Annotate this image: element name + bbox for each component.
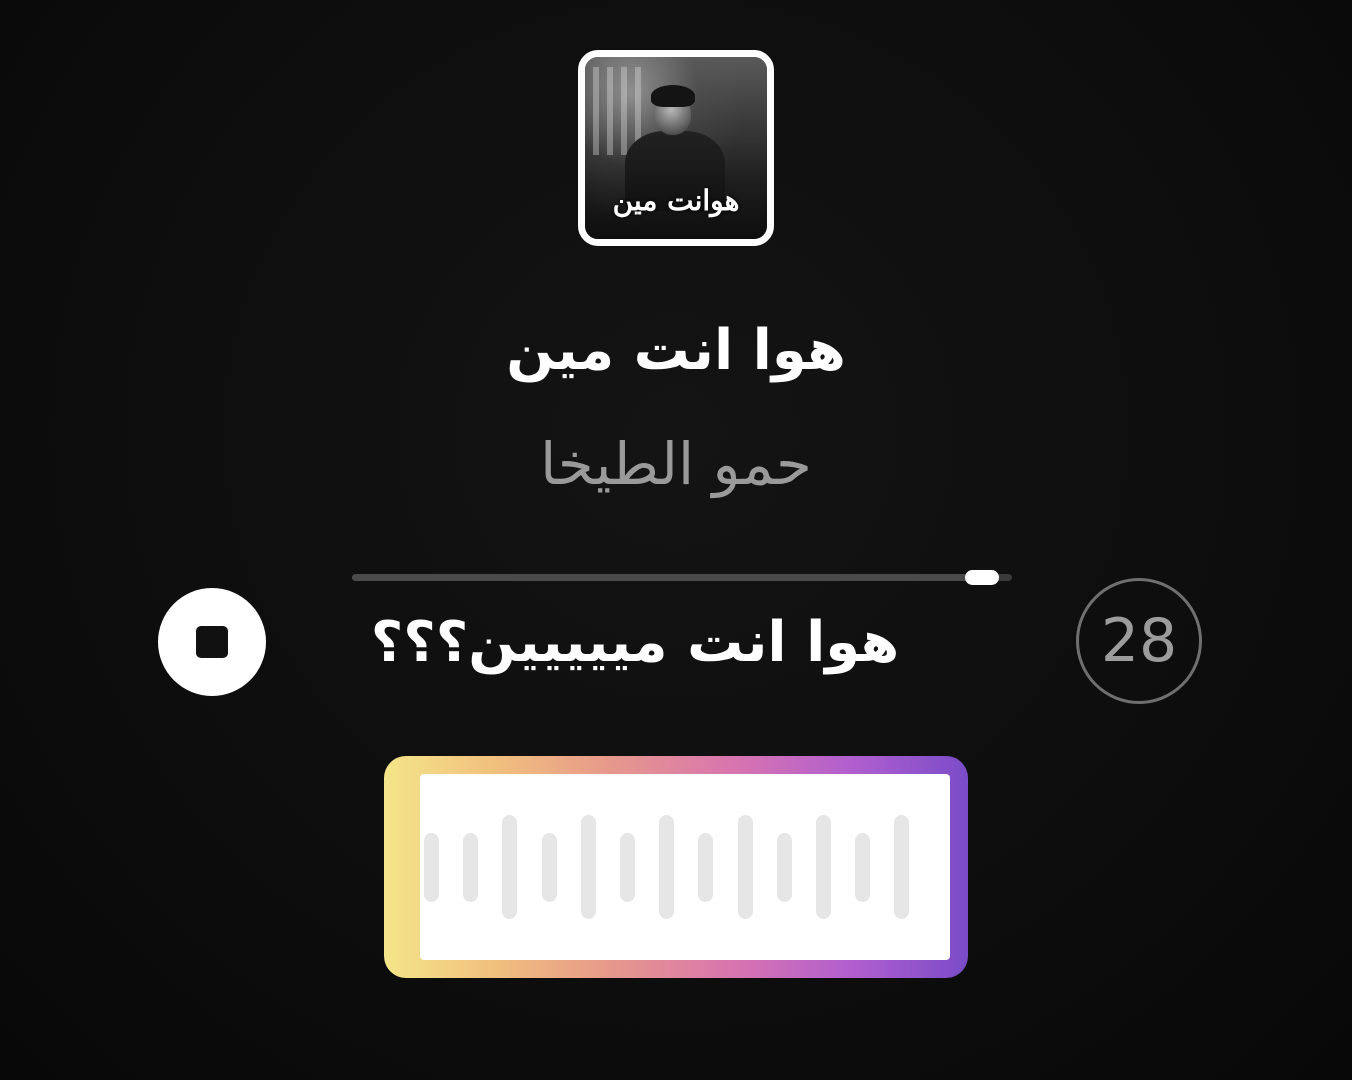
- waveform-bar: [580, 815, 596, 919]
- voice-sticker[interactable]: [384, 756, 968, 978]
- progress-handle[interactable]: [964, 570, 999, 585]
- progress-bar[interactable]: [352, 570, 1012, 585]
- stop-button[interactable]: [158, 588, 266, 696]
- waveform-bar: [659, 815, 675, 919]
- progress-fill: [352, 574, 999, 581]
- album-cover-title: هوانت مين: [612, 184, 740, 217]
- waveform-bar: [541, 833, 557, 902]
- album-cover[interactable]: هوانت مين: [578, 50, 774, 246]
- waveform-bar: [816, 815, 831, 919]
- song-artist: حمو الطيخا: [540, 430, 812, 498]
- waveform-bar: [463, 833, 479, 902]
- waveform-bar: [855, 833, 871, 902]
- song-title: هوا انت مين: [506, 318, 846, 383]
- waveform-icon: [420, 774, 950, 960]
- countdown-timer: 28: [1076, 578, 1202, 704]
- waveform-bar: [620, 833, 635, 902]
- album-art-figure-hair: [651, 85, 695, 107]
- music-share-screen: هوانت مين هوا انت مين حمو الطيخا هوا انت…: [0, 0, 1352, 1080]
- lyric-line: هوا انت مييييين؟؟؟: [370, 610, 900, 675]
- waveform-bar: [424, 833, 439, 902]
- waveform-bar: [698, 833, 714, 902]
- waveform-bar: [502, 815, 518, 919]
- waveform-bar: [737, 815, 753, 919]
- waveform-bar: [776, 833, 792, 902]
- waveform-bar: [894, 815, 910, 919]
- stop-icon: [196, 626, 228, 658]
